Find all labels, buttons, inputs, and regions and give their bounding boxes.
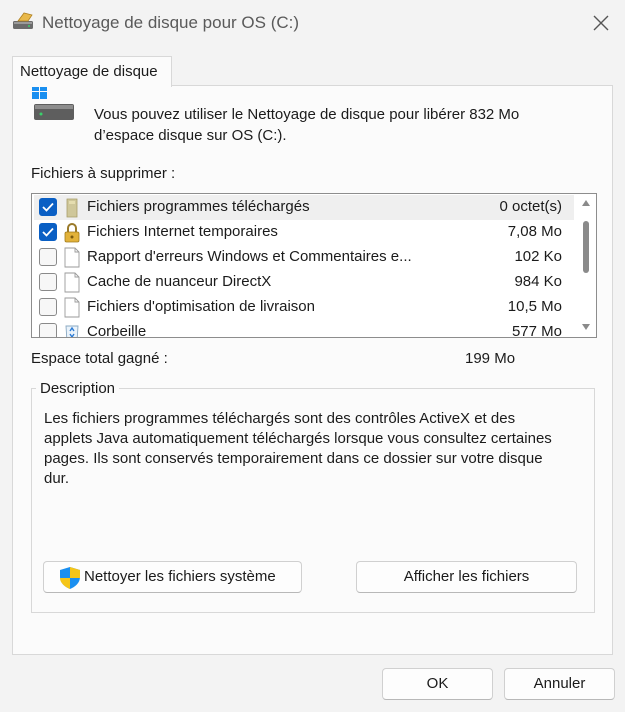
list-item[interactable]: Corbeille 577 Mo [34, 320, 574, 338]
description-legend: Description [36, 380, 120, 397]
disk-cleanup-icon [13, 12, 33, 29]
document-icon [64, 247, 80, 268]
file-name: Fichiers programmes téléchargés [87, 198, 310, 215]
file-size: 102 Ko [514, 248, 562, 265]
scroll-up-icon[interactable] [582, 200, 590, 206]
checkmark-icon [42, 202, 54, 212]
list-item[interactable]: Fichiers Internet temporaires 7,08 Mo [34, 220, 574, 245]
ok-button[interactable]: OK [382, 668, 493, 700]
file-name: Cache de nuanceur DirectX [87, 273, 272, 290]
drive-icon [32, 84, 74, 120]
document-icon [64, 272, 80, 293]
title-bar: Nettoyage de disque pour OS (C:) [0, 0, 625, 46]
file-name: Rapport d'erreurs Windows et Commentaire… [87, 248, 412, 265]
file-size: 7,08 Mo [507, 223, 562, 240]
lock-icon [64, 223, 80, 243]
close-button[interactable] [577, 0, 625, 46]
file-name: Fichiers d'optimisation de livraison [87, 298, 315, 315]
tab-disk-cleanup[interactable]: Nettoyage de disque [12, 56, 172, 87]
checkbox[interactable] [39, 323, 57, 337]
list-item[interactable]: Rapport d'erreurs Windows et Commentaire… [34, 245, 574, 270]
checkmark-icon [42, 227, 54, 237]
files-label: Fichiers à supprimer : [31, 165, 176, 182]
list-item[interactable]: Fichiers d'optimisation de livraison 10,… [34, 295, 574, 320]
scrollbar[interactable] [576, 194, 596, 337]
scroll-down-icon[interactable] [582, 324, 590, 330]
window-title: Nettoyage de disque pour OS (C:) [42, 13, 300, 32]
checkbox[interactable] [39, 298, 57, 316]
list-item[interactable]: Cache de nuanceur DirectX 984 Ko [34, 270, 574, 295]
file-size: 577 Mo [511, 323, 562, 338]
close-icon [593, 15, 609, 31]
list-item[interactable]: Fichiers programmes téléchargés 0 octet(… [34, 195, 574, 220]
file-size: 0 octet(s) [499, 198, 562, 215]
checkbox[interactable] [39, 248, 57, 266]
file-size: 10,5 Mo [507, 298, 562, 315]
tab-label: Nettoyage de disque [20, 63, 158, 80]
info-text: Vous pouvez utiliser le Nettoyage de dis… [94, 106, 520, 144]
file-name: Fichiers Internet temporaires [87, 223, 278, 240]
shield-icon [60, 567, 80, 589]
total-label: Espace total gagné : [31, 350, 168, 367]
clean-system-files-label: Nettoyer les fichiers système [84, 568, 276, 585]
view-files-button[interactable]: Afficher les fichiers [356, 561, 577, 593]
cancel-button[interactable]: Annuler [504, 668, 615, 700]
checkbox[interactable] [39, 198, 57, 216]
total-value: 199 Mo [465, 350, 516, 367]
scrollbar-thumb[interactable] [583, 221, 589, 273]
description-text: Les fichiers programmes téléchargés sont… [44, 410, 552, 487]
clean-system-files-button[interactable]: Nettoyer les fichiers système [43, 561, 302, 593]
recycle-bin-icon [65, 325, 79, 337]
folder-icon [66, 198, 78, 218]
checkbox[interactable] [39, 273, 57, 291]
checkbox[interactable] [39, 223, 57, 241]
file-size: 984 Ko [514, 273, 562, 290]
file-name: Corbeille [87, 323, 147, 338]
document-icon [64, 297, 80, 318]
file-list[interactable]: Fichiers programmes téléchargés 0 octet(… [31, 193, 597, 338]
